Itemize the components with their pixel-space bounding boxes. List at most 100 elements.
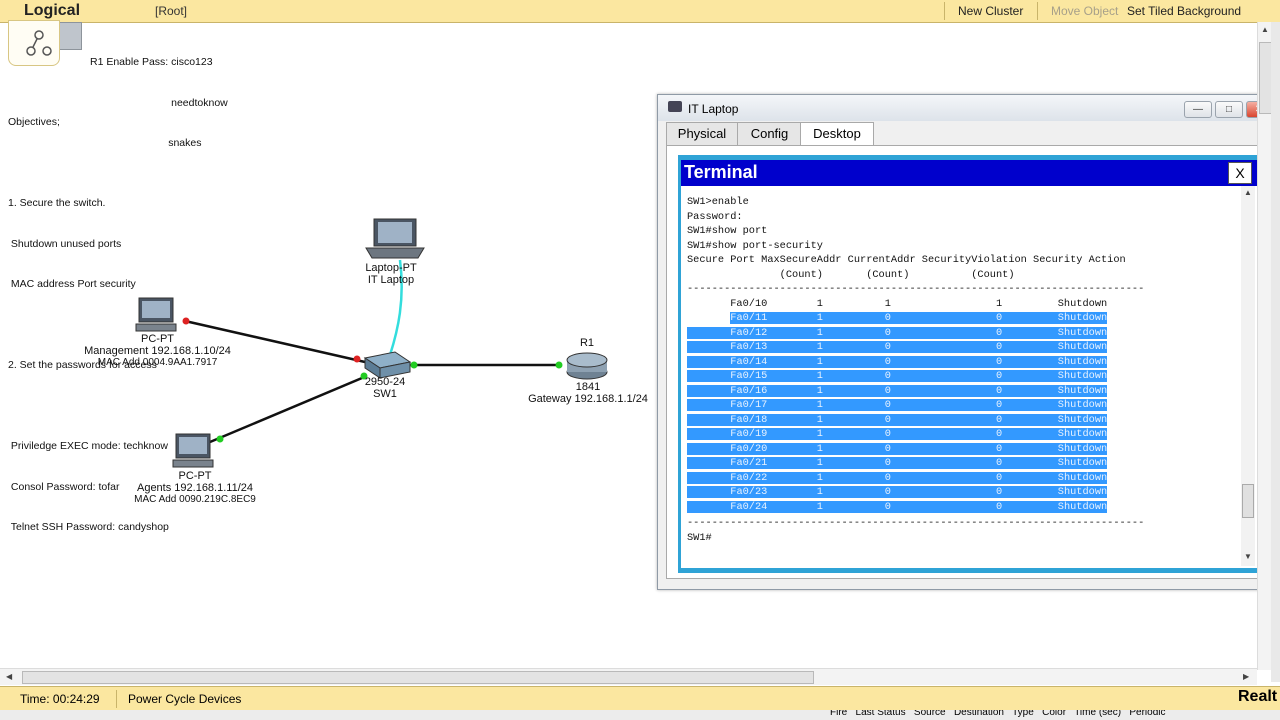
- terminal-row-text: Fa0/16 1 0 0 Shutdown: [730, 384, 1108, 397]
- canvas-horizontal-scrollbar[interactable]: ◀ ▶: [0, 668, 1257, 685]
- terminal-output[interactable]: SW1>enable Password: SW1#show port SW1#show…: [681, 186, 1241, 566]
- device-type-label: 2950-24: [364, 376, 406, 388]
- minimize-button[interactable]: —: [1184, 101, 1212, 118]
- agents-pc-device[interactable]: PC-PT Agents 192.168.1.11/24 MAC Add 009…: [120, 470, 270, 505]
- selected-terminal-row: Fa0/14 1 0 0 Shutdown: [687, 355, 1108, 370]
- device-name-label: IT Laptop: [367, 274, 415, 286]
- selected-terminal-row: Fa0/11 1 0 0 Shutdown: [687, 311, 1108, 326]
- it-laptop-window[interactable]: IT Laptop — □ ✕ Physical Config Desktop …: [657, 94, 1279, 590]
- terminal-line: (Count) (Count) (Count): [687, 268, 1015, 281]
- device-type-label: Laptop-PT: [365, 262, 417, 274]
- selection-indent: [687, 384, 731, 397]
- link-status-green: [216, 435, 224, 443]
- laptop-icon: [668, 101, 682, 112]
- selection-indent: [687, 486, 731, 498]
- terminal-row-text: Fa0/11 1 0 0 Shutdown: [730, 312, 1108, 324]
- selection-indent: [687, 413, 731, 426]
- management-pc-device[interactable]: PC-PT Management 192.168.1.10/24 MAC Add…: [70, 333, 245, 368]
- switch-device[interactable]: 2950-24 SW1: [355, 376, 415, 400]
- scroll-thumb[interactable]: [22, 671, 814, 684]
- switch-icon: [363, 351, 412, 379]
- device-name-label: Management 192.168.1.10/24: [84, 345, 231, 357]
- link-status-green: [555, 361, 563, 369]
- tab-desktop[interactable]: Desktop: [800, 122, 874, 146]
- selection-indent: [687, 341, 731, 353]
- window-title: IT Laptop: [688, 102, 739, 116]
- mac-label: MAC Add 0090.219C.8EC9: [134, 494, 256, 505]
- terminal-line: Password:: [687, 210, 743, 223]
- scroll-left-arrow[interactable]: ◀: [6, 672, 12, 681]
- realtime-mode-label[interactable]: Realt: [1238, 688, 1277, 706]
- selection-indent: [687, 500, 731, 513]
- device-type-label: PC-PT: [178, 470, 212, 482]
- selection-indent: [687, 355, 731, 368]
- terminal-line: Fa0/10 1 1 1 Shutdown: [687, 297, 1108, 310]
- terminal-row-text: Fa0/12 1 0 0 Shutdown: [730, 326, 1108, 339]
- selection-indent: [687, 428, 731, 440]
- selected-terminal-row: Fa0/16 1 0 0 Shutdown: [687, 384, 1108, 399]
- terminal-row-text: Fa0/22 1 0 0 Shutdown: [730, 471, 1108, 484]
- terminal-line: SW1#show port-security: [687, 239, 823, 252]
- right-panel-edge: [1271, 22, 1280, 682]
- link-status-red: [182, 317, 190, 325]
- pdu-list-header: Fire Last Status Source Destination Type…: [0, 710, 1280, 720]
- scroll-thumb[interactable]: [1242, 484, 1254, 518]
- device-type-label: PC-PT: [141, 333, 174, 345]
- laptop-device[interactable]: Laptop-PT IT Laptop: [355, 262, 427, 286]
- terminal-row-text: Fa0/24 1 0 0 Shutdown: [730, 500, 1108, 513]
- selected-terminal-row: Fa0/23 1 0 0 Shutdown: [687, 485, 1108, 500]
- terminal-row-text: Fa0/17 1 0 0 Shutdown: [730, 399, 1108, 411]
- terminal-close-button[interactable]: X: [1228, 162, 1252, 184]
- pc-icon: [172, 433, 214, 468]
- selected-terminal-row: Fa0/20 1 0 0 Shutdown: [687, 442, 1108, 457]
- terminal-row-text: Fa0/20 1 0 0 Shutdown: [730, 442, 1108, 455]
- time-readout: Time: 00:24:29: [20, 692, 100, 706]
- selected-terminal-row: Fa0/21 1 0 0 Shutdown: [687, 456, 1108, 471]
- selection-indent: [687, 442, 731, 455]
- selection-indent: [687, 370, 731, 382]
- selected-terminal-row: Fa0/22 1 0 0 Shutdown: [687, 471, 1108, 486]
- selection-indent: [687, 471, 731, 484]
- status-divider: [116, 690, 117, 708]
- selected-terminal-row: Fa0/17 1 0 0 Shutdown: [687, 398, 1108, 413]
- terminal-row-text: Fa0/21 1 0 0 Shutdown: [730, 457, 1108, 469]
- device-type-label: 1841: [575, 381, 601, 393]
- window-titlebar[interactable]: IT Laptop — □ ✕: [658, 95, 1278, 121]
- scroll-right-arrow[interactable]: ▶: [1243, 672, 1249, 681]
- selected-terminal-row: Fa0/24 1 0 0 Shutdown: [687, 500, 1108, 515]
- link-status-red: [353, 355, 361, 363]
- selection-indent: [687, 312, 730, 324]
- selected-terminal-row: Fa0/12 1 0 0 Shutdown: [687, 326, 1108, 341]
- selected-terminal-row: Fa0/15 1 0 0 Shutdown: [687, 369, 1108, 384]
- router-icon: [566, 352, 608, 380]
- router-device[interactable]: 1841 Gateway 192.168.1.1/24: [515, 381, 661, 405]
- scroll-up-arrow[interactable]: ▲: [1261, 25, 1269, 34]
- scroll-down-arrow[interactable]: ▼: [1244, 552, 1252, 561]
- status-bar: Time: 00:24:29 Power Cycle Devices Realt: [0, 686, 1280, 711]
- terminal-line: SW1#show port: [687, 225, 768, 237]
- terminal-prompt[interactable]: SW1#: [687, 531, 712, 546]
- scroll-up-arrow[interactable]: ▲: [1244, 188, 1252, 197]
- link-agents-switch: [209, 376, 363, 444]
- terminal-scrollbar[interactable]: ▲ ▼: [1241, 186, 1255, 566]
- maximize-button[interactable]: □: [1215, 101, 1243, 118]
- terminal-line: ----------------------------------------…: [687, 283, 1145, 295]
- selection-indent: [687, 399, 731, 411]
- router-name-label: R1: [579, 337, 595, 349]
- terminal-line: Secure Port MaxSecureAddr CurrentAddr Se…: [687, 254, 1126, 266]
- tab-physical[interactable]: Physical: [666, 122, 738, 145]
- power-cycle-button[interactable]: Power Cycle Devices: [128, 692, 241, 706]
- terminal-line: ----------------------------------------…: [687, 517, 1145, 529]
- pdu-columns: Fire Last Status Source Destination Type…: [830, 710, 1166, 718]
- terminal-body: Terminal X SW1>enable Password: SW1#show p…: [681, 160, 1257, 568]
- terminal-row-text: Fa0/14 1 0 0 Shutdown: [730, 355, 1108, 368]
- device-name-label: SW1: [373, 388, 397, 400]
- pc-icon: [135, 297, 177, 332]
- mac-label: MAC Add 0004.9AA1.7917: [97, 357, 218, 368]
- terminal-title: Terminal: [684, 162, 758, 182]
- selection-indent: [687, 457, 731, 469]
- canvas-vertical-scrollbar[interactable]: ▲: [1257, 22, 1272, 670]
- terminal-header: Terminal X: [681, 160, 1257, 186]
- selection-indent: [687, 326, 731, 339]
- tab-config[interactable]: Config: [737, 122, 802, 145]
